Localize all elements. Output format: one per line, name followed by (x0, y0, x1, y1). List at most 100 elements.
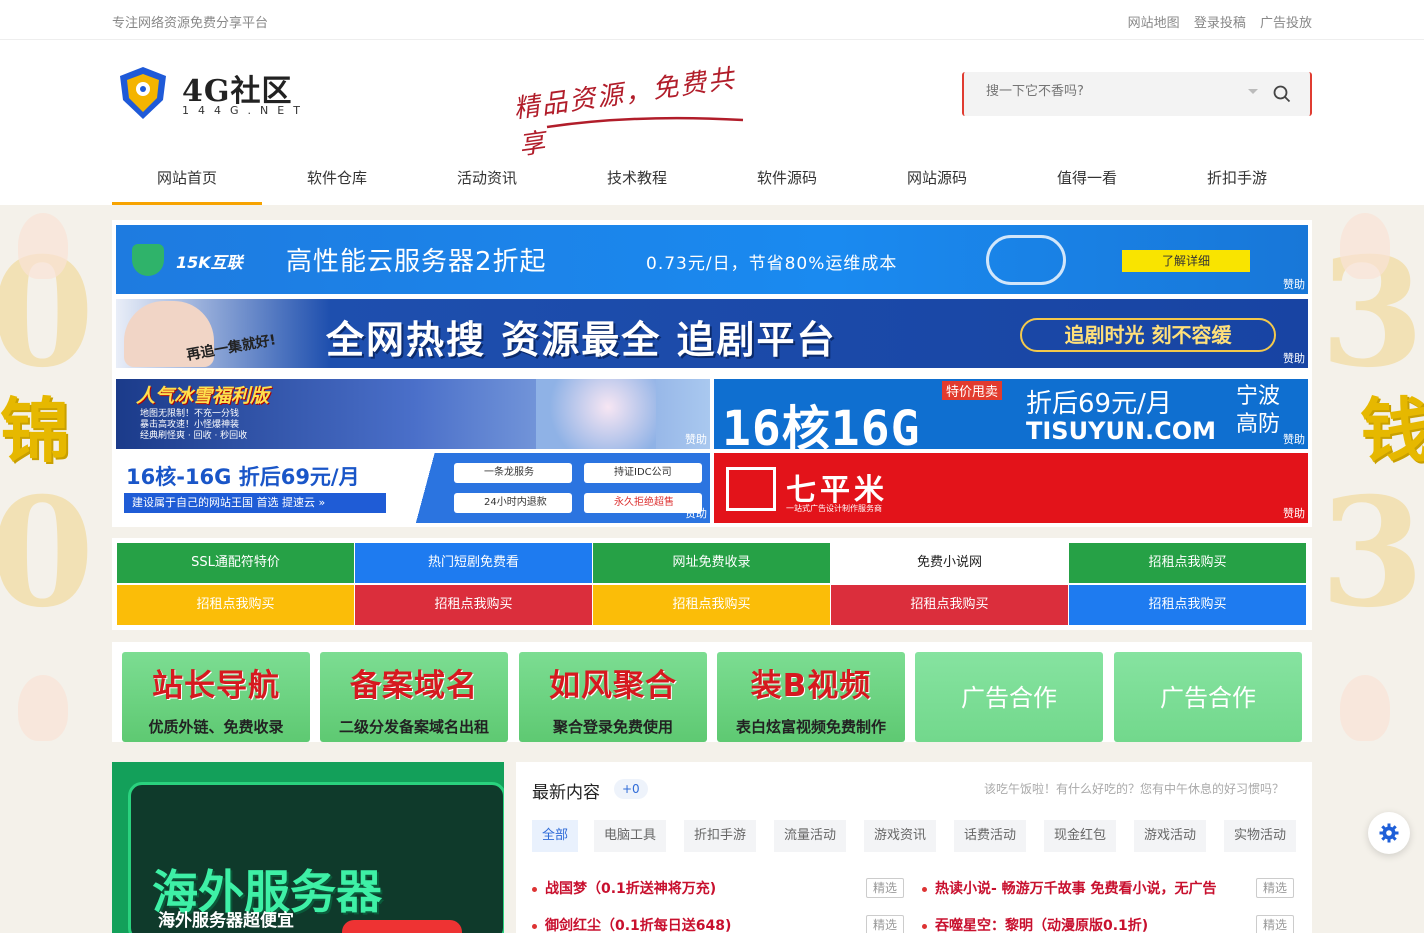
grid-link[interactable]: 招租点我购买 (593, 585, 830, 625)
post-title: 吞噬星空：黎明（动漫原版0.1折) (935, 918, 1149, 933)
tile-subtitle: 聚合登录免费使用 (552, 718, 673, 736)
nav-item-tutorials[interactable]: 技术教程 (562, 162, 712, 205)
ad-subline: 一站式广告设计制作服务商 (786, 504, 882, 513)
ad-headline: 人气冰雪福利版 (136, 385, 270, 407)
qipingmi-logo-icon (726, 467, 776, 511)
bg-decor-digit: 3 (1320, 465, 1424, 641)
tab-all[interactable]: 全部 (532, 820, 579, 852)
rabbit-decoration (1340, 213, 1390, 279)
tile-ad-cooperation[interactable]: 广告合作 (1114, 652, 1302, 742)
ad-feature: 经典刷怪爽 · 回收 · 秒回收 (140, 431, 248, 441)
tile-webmaster-nav[interactable]: 站长导航 优质外链、免费收录 (122, 652, 310, 742)
tile-domain[interactable]: 备案域名 二级分发备案域名出租 (320, 652, 508, 742)
overseas-server-promo[interactable]: 海外服务器 海外服务器超便宜 (112, 762, 504, 933)
ad-subline: 0.73元/日，节省80%运维成本 (646, 254, 898, 274)
grid-link[interactable]: 免费小说网 (831, 543, 1068, 583)
tile-aggregate-login[interactable]: 如风聚合 聚合登录免费使用 (519, 652, 707, 742)
grid-link[interactable]: 招租点我购买 (117, 585, 354, 625)
brand-domain: 144G.NET (182, 104, 309, 117)
tile-title: 站长导航 (152, 668, 280, 704)
post-link[interactable]: 战国梦（0.1折送神将万充) (532, 878, 716, 898)
ad-banner-drama[interactable]: 再追一集就好! 全网热搜 资源最全 追剧平台 追剧时光 刻不容缓 赞助 (116, 299, 1308, 368)
tile-subtitle: 优质外链、免费收录 (148, 718, 284, 736)
tab-phone-credit[interactable]: 话费活动 (954, 820, 1027, 852)
top-bar: 专注网络资源免费分享平台 网站地图 登录投稿 广告投放 (0, 0, 1424, 40)
bg-decor-glyph: 钱 (1360, 389, 1424, 472)
featured-badge: 精选 (1256, 878, 1294, 898)
nav-item-discount-games[interactable]: 折扣手游 (1162, 162, 1312, 205)
post-title: 御剑红尘（0.1折每日送648) (545, 918, 732, 933)
ad-feature-list: 地图无限制！不充一分钱 暴击高攻速！小怪爆神装 经典刷怪爽 · 回收 · 秒回收 (140, 409, 247, 442)
ad-character-image (536, 379, 656, 449)
tab-game-news[interactable]: 游戏资讯 (864, 820, 937, 852)
post-link[interactable]: 吞噬星空：黎明（动漫原版0.1折) (922, 915, 1148, 933)
post-link[interactable]: 御剑红尘（0.1折每日送648) (532, 915, 731, 933)
bullet-icon (532, 886, 537, 892)
ad-special-badge: 特价甩卖 (942, 381, 1003, 400)
bullet-icon (922, 923, 927, 929)
featured-badge: 精选 (866, 878, 904, 898)
ad-price: 折后69元/月 (1026, 389, 1172, 419)
settings-float-button[interactable] (1368, 812, 1410, 854)
ad-banner-cloud-server[interactable]: 15K互联 高性能云服务器2折起 0.73元/日，节省80%运维成本 了解详细 … (116, 225, 1308, 294)
tab-physical-prizes[interactable]: 实物活动 (1224, 820, 1297, 852)
site-logo[interactable]: 4G社区 144G.NET (114, 64, 300, 124)
sponsor-tag: 赞助 (685, 433, 707, 446)
shield-icon (132, 244, 164, 276)
grid-link[interactable]: 招租点我购买 (1069, 585, 1306, 625)
featured-badge: 精选 (1256, 915, 1294, 933)
ad-banner-qipingmi[interactable]: 七平米 一站式广告设计制作服务商 赞助 (714, 453, 1308, 523)
bg-decor-glyph: 锦 (0, 389, 70, 472)
ad-learn-more-button[interactable]: 了解详细 (1122, 250, 1250, 272)
post-title: 热读小说- 畅游万千故事 免费看小说，无广告 (935, 881, 1217, 897)
tab-discount-games[interactable]: 折扣手游 (684, 820, 757, 852)
grid-link[interactable]: 热门短剧免费看 (355, 543, 592, 583)
search-input[interactable] (986, 84, 1246, 99)
grid-link[interactable]: 招租点我购买 (355, 585, 592, 625)
ad-chip: 一条龙服务 (454, 463, 572, 483)
advertise-link[interactable]: 广告投放 (1260, 16, 1312, 31)
server-icon (986, 235, 1066, 285)
grid-link[interactable]: 网址免费收录 (593, 543, 830, 583)
tab-cash-redpacket[interactable]: 现金红包 (1044, 820, 1117, 852)
nav-item-home[interactable]: 网站首页 (112, 162, 262, 205)
tile-title: 装B视频 (750, 668, 872, 704)
new-count-badge: +0 (614, 779, 648, 799)
gear-icon (1379, 823, 1399, 843)
nav-item-events[interactable]: 活动资讯 (412, 162, 562, 205)
tile-title: 广告合作 (961, 684, 1057, 712)
section-title: 最新内容 (532, 783, 600, 803)
nav-item-worth-seeing[interactable]: 值得一看 (1012, 162, 1162, 205)
featured-badge: 精选 (866, 915, 904, 933)
post-link[interactable]: 热读小说- 畅游万千故事 免费看小说，无广告 (922, 878, 1217, 898)
nav-item-website-source[interactable]: 网站源码 (862, 162, 1012, 205)
location-pin-logo-icon (120, 67, 166, 119)
site-header: 4G社区 144G.NET 精品资源，免费共享 网站首页 软件仓库 活动资讯 技… (0, 40, 1424, 205)
latest-content-panel: 最新内容 +0 该吃午饭啦！有什么好吃的？您有中午休息的好习惯吗？ 全部 电脑工… (516, 762, 1312, 933)
sitemap-link[interactable]: 网站地图 (1128, 16, 1180, 31)
grid-link[interactable]: 招租点我购买 (831, 585, 1068, 625)
chevron-down-icon[interactable] (1248, 89, 1258, 94)
tab-game-events[interactable]: 游戏活动 (1134, 820, 1207, 852)
login-submit-link[interactable]: 登录投稿 (1194, 16, 1246, 31)
tile-subtitle: 二级分发备案域名出租 (338, 718, 489, 736)
ad-banner-speedcloud[interactable]: 16核-16G 折后69元/月 建设属于自己的网站王国 首选 提速云 » 一条龙… (116, 453, 710, 523)
grid-link[interactable]: SSL通配符特价 (117, 543, 354, 583)
ad-chip: 持证IDC公司 (584, 463, 702, 483)
nav-item-software-source[interactable]: 软件源码 (712, 162, 862, 205)
tab-pc-tools[interactable]: 电脑工具 (594, 820, 667, 852)
nav-item-software[interactable]: 软件仓库 (262, 162, 412, 205)
tile-ad-cooperation[interactable]: 广告合作 (915, 652, 1103, 742)
tab-data-events[interactable]: 流量活动 (774, 820, 847, 852)
site-motto: 精品资源，免费共享 (512, 62, 755, 161)
grid-link[interactable]: 招租点我购买 (1069, 543, 1306, 583)
ad-slogan-pill: 追剧时光 刻不容缓 (1020, 318, 1276, 352)
ad-banner-game[interactable]: 人气冰雪福利版 地图无限制！不充一分钱 暴击高攻速！小怪爆神装 经典刷怪爽 · … (116, 379, 710, 449)
tile-video[interactable]: 装B视频 表白炫富视频免费制作 (717, 652, 905, 742)
search-icon[interactable] (1272, 84, 1292, 104)
ad-banner-tisuyun[interactable]: 16核16G 特价甩卖 折后69元/月 TISUYUN.COM 宁波高防 赞助 (714, 379, 1308, 449)
ad-headline: 全网热搜 资源最全 追剧平台 (326, 318, 837, 362)
promo-subline: 海外服务器超便宜 (158, 911, 294, 931)
ad-site: TISUYUN.COM (1026, 417, 1217, 445)
ad-headline: 高性能云服务器2折起 (286, 247, 547, 277)
